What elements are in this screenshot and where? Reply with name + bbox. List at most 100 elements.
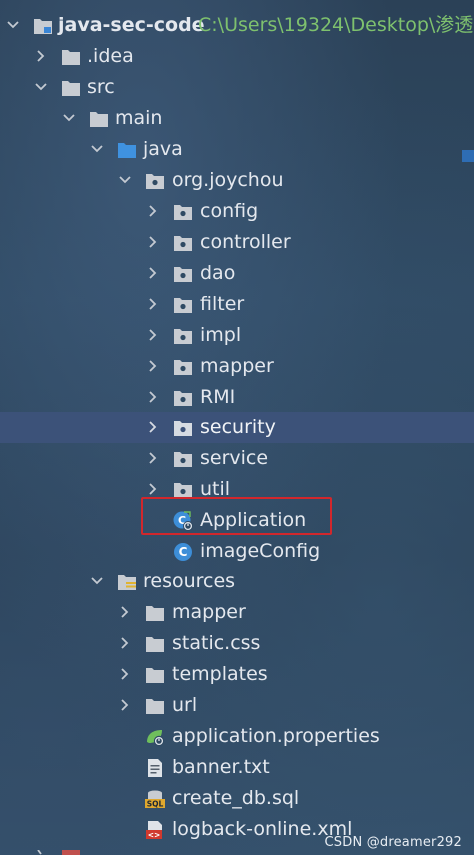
tree-label: imageConfig: [200, 540, 321, 562]
resources-folder-icon: [118, 575, 136, 590]
tree-row-url[interactable]: url: [0, 690, 474, 721]
tree-label: url: [172, 694, 198, 716]
tree-row-mapper-package[interactable]: mapper: [0, 351, 474, 382]
tree-label: security: [200, 416, 276, 438]
folder-icon: [146, 606, 164, 621]
tree-row-idea[interactable]: .idea: [0, 41, 474, 72]
tree-row-templates[interactable]: templates: [0, 659, 474, 690]
tree-row-mapper-folder[interactable]: mapper: [0, 597, 474, 628]
chevron-down-icon[interactable]: [117, 172, 133, 188]
package-icon: [174, 360, 192, 375]
tree-row-src[interactable]: src: [0, 72, 474, 103]
sql-file-icon: SQL: [145, 790, 165, 809]
project-name: java-sec-code: [58, 14, 205, 36]
tree-row-config[interactable]: config: [0, 196, 474, 227]
chevron-right-icon[interactable]: [145, 327, 161, 343]
package-icon: [174, 205, 192, 220]
watermark: CSDN @dreamer292: [324, 835, 462, 850]
package-icon: [174, 452, 192, 467]
tree-row-imageconfig[interactable]: C imageConfig: [0, 536, 474, 567]
project-tree: java-sec-code C:\Users\19324\Desktop\渗透 …: [0, 0, 474, 855]
chevron-right-icon[interactable]: [117, 666, 133, 682]
package-icon: [174, 298, 192, 313]
tree-label: config: [200, 200, 259, 222]
folder-icon: [62, 81, 80, 96]
tree-row-security[interactable]: security: [0, 412, 474, 443]
scrollbar-marker: [462, 150, 474, 162]
chevron-right-icon[interactable]: [117, 604, 133, 620]
tree-label: create_db.sql: [172, 787, 300, 809]
tree-label: templates: [172, 663, 268, 685]
package-icon: [174, 391, 192, 406]
tree-label: src: [87, 76, 115, 98]
spring-properties-icon: [147, 730, 165, 747]
chevron-right-icon[interactable]: [117, 635, 133, 651]
folder-icon: [62, 50, 80, 65]
folder-icon: [90, 112, 108, 127]
chevron-down-icon[interactable]: [61, 110, 77, 126]
svg-text:SQL: SQL: [147, 800, 164, 809]
tree-row-main[interactable]: main: [0, 103, 474, 134]
chevron-right-icon[interactable]: [145, 481, 161, 497]
folder-icon: [146, 699, 164, 714]
chevron-down-icon[interactable]: [33, 79, 49, 95]
tree-label: static.css: [172, 632, 261, 654]
xml-file-icon: <>: [146, 821, 162, 840]
package-icon: [174, 236, 192, 251]
folder-icon: [62, 850, 80, 855]
package-icon: [146, 174, 164, 189]
tree-row-application-properties[interactable]: application.properties: [0, 721, 474, 752]
tree-row-banner-txt[interactable]: banner.txt: [0, 752, 474, 783]
tree-label: mapper: [200, 355, 274, 377]
tree-row-java-sec-code[interactable]: java-sec-code C:\Users\19324\Desktop\渗透: [0, 10, 474, 41]
tree-row-dao[interactable]: dao: [0, 258, 474, 289]
tree-row-java[interactable]: java: [0, 134, 474, 165]
tree-row-static-css[interactable]: static.css: [0, 628, 474, 659]
tree-row-partial: [0, 850, 474, 855]
tree-label: banner.txt: [172, 756, 270, 778]
folder-icon: [146, 637, 164, 652]
highlight-box: [141, 497, 332, 535]
chevron-icon: [37, 850, 42, 855]
tree-row-filter[interactable]: filter: [0, 289, 474, 320]
module-folder-icon: [34, 19, 52, 34]
svg-text:C: C: [179, 545, 188, 559]
tree-label: filter: [200, 293, 245, 315]
tree-row-service[interactable]: service: [0, 443, 474, 474]
chevron-right-icon[interactable]: [145, 265, 161, 281]
chevron-down-icon[interactable]: [5, 17, 21, 33]
tree-label: mapper: [172, 601, 246, 623]
chevron-right-icon[interactable]: [145, 234, 161, 250]
tree-label: main: [115, 107, 163, 129]
package-icon: [174, 421, 192, 436]
chevron-right-icon[interactable]: [145, 296, 161, 312]
tree-label: controller: [200, 231, 291, 253]
chevron-right-icon[interactable]: [117, 697, 133, 713]
source-folder-icon: [118, 143, 136, 158]
tree-row-create-db-sql[interactable]: SQL create_db.sql: [0, 783, 474, 814]
chevron-right-icon[interactable]: [33, 48, 49, 64]
tree-row-rmi[interactable]: RMI: [0, 382, 474, 413]
svg-text:<>: <>: [148, 831, 161, 840]
chevron-right-icon[interactable]: [145, 358, 161, 374]
tree-row-controller[interactable]: controller: [0, 227, 474, 258]
chevron-right-icon[interactable]: [145, 450, 161, 466]
class-icon: C: [174, 543, 192, 561]
package-icon: [174, 267, 192, 282]
chevron-right-icon[interactable]: [145, 203, 161, 219]
tree-label: resources: [143, 570, 236, 592]
chevron-down-icon[interactable]: [89, 141, 105, 157]
chevron-right-icon[interactable]: [145, 419, 161, 435]
tree-label: application.properties: [172, 725, 380, 747]
tree-label: org.joychou: [172, 169, 284, 191]
tree-label: RMI: [200, 386, 236, 408]
chevron-right-icon[interactable]: [145, 389, 161, 405]
chevron-down-icon[interactable]: [89, 573, 105, 589]
project-path: C:\Users\19324\Desktop\渗透: [198, 14, 474, 36]
text-file-icon: [148, 759, 162, 777]
tree-row-org-joychou[interactable]: org.joychou: [0, 165, 474, 196]
tree-row-resources[interactable]: resources: [0, 566, 474, 597]
tree-label: impl: [200, 324, 242, 346]
tree-row-impl[interactable]: impl: [0, 320, 474, 351]
tree-label: .idea: [87, 45, 134, 67]
